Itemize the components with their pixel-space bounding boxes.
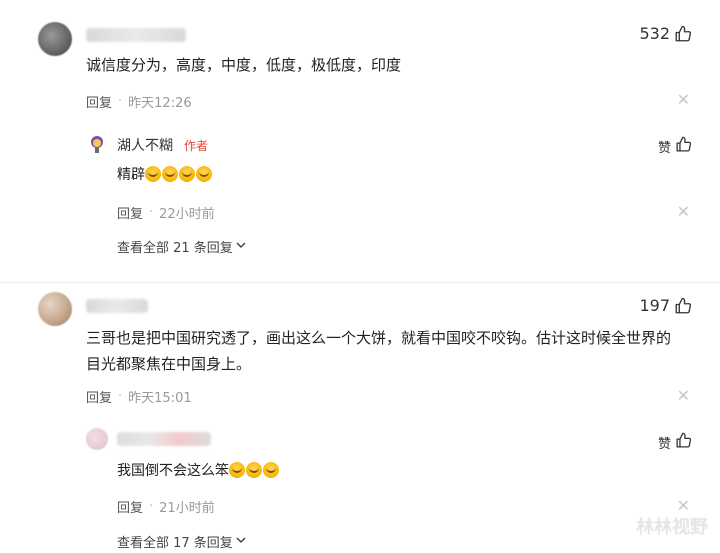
comment-text-line: 三哥也是把中国研究透了，画出这么一个大饼，就看中国咬不咬钩。估计这时候全世界的 xyxy=(86,329,672,347)
view-all-replies[interactable]: 查看全部 21 条回复 xyxy=(117,237,246,256)
author-tag: 作者 xyxy=(184,139,209,153)
comment-meta: 回复 · 昨天12:26 xyxy=(86,92,192,111)
avatar[interactable] xyxy=(38,22,72,56)
reply-text-content: 精辟 xyxy=(117,167,145,183)
timestamp: 22小时前 xyxy=(159,207,215,222)
thumbs-up-icon xyxy=(675,432,692,453)
like-button[interactable]: 197 xyxy=(639,296,692,315)
emoji-icon xyxy=(246,462,262,478)
thumbs-up-icon xyxy=(674,25,692,43)
divider xyxy=(0,282,720,283)
author-avatar[interactable] xyxy=(86,134,108,156)
separator: · xyxy=(118,389,123,404)
author-name[interactable]: 湖人不糊 xyxy=(117,135,173,155)
reply-button[interactable]: 回复 xyxy=(86,92,112,111)
chevron-down-icon xyxy=(236,534,246,549)
timestamp: 昨天12:26 xyxy=(128,96,192,111)
thumbs-up-icon xyxy=(674,297,692,315)
reply-text: 我国倒不会这么笨 xyxy=(117,458,280,484)
timestamp: 21小时前 xyxy=(159,501,215,516)
comment-text: 三哥也是把中国研究透了，画出这么一个大饼，就看中国咬不咬钩。估计这时候全世界的 … xyxy=(86,325,706,377)
avatar[interactable] xyxy=(38,292,72,326)
reply-button[interactable]: 回复 xyxy=(117,203,143,222)
separator: · xyxy=(149,499,154,514)
close-icon[interactable]: ✕ xyxy=(677,386,690,405)
chevron-down-icon xyxy=(236,239,246,254)
emoji-icon xyxy=(196,166,212,182)
comment-text-line: 目光都聚焦在中国身上。 xyxy=(86,355,252,373)
like-button[interactable]: 532 xyxy=(639,24,692,43)
reply-text: 精辟 xyxy=(117,162,213,188)
view-all-label: 查看全部 21 条回复 xyxy=(117,241,233,256)
reply-meta: 回复 · 22小时前 xyxy=(117,203,215,222)
emoji-icon xyxy=(263,462,279,478)
reply-text-content: 我国倒不会这么笨 xyxy=(117,463,229,479)
like-label: 赞 xyxy=(657,141,671,156)
like-label: 赞 xyxy=(657,437,671,452)
emoji-icon xyxy=(179,166,195,182)
timestamp: 昨天15:01 xyxy=(128,391,192,406)
separator: · xyxy=(149,205,154,220)
username-blurred[interactable] xyxy=(86,28,186,42)
view-all-replies[interactable]: 查看全部 17 条回复 xyxy=(117,532,246,551)
username-blurred[interactable] xyxy=(86,299,148,313)
like-button[interactable]: 赞 xyxy=(658,432,692,453)
emoji-icon xyxy=(229,462,245,478)
like-count: 532 xyxy=(639,24,670,43)
avatar[interactable] xyxy=(86,428,108,450)
close-icon[interactable]: ✕ xyxy=(677,202,690,221)
emoji-icon xyxy=(162,166,178,182)
close-icon[interactable]: ✕ xyxy=(677,90,690,109)
like-count: 197 xyxy=(639,296,670,315)
username-blurred[interactable] xyxy=(117,432,211,446)
view-all-label: 查看全部 17 条回复 xyxy=(117,536,233,551)
reply-meta: 回复 · 21小时前 xyxy=(117,497,215,516)
reply-button[interactable]: 回复 xyxy=(117,497,143,516)
emoji-icon xyxy=(145,166,161,182)
watermark: 林林视野 xyxy=(636,517,708,538)
reply-button[interactable]: 回复 xyxy=(86,387,112,406)
comment-meta: 回复 · 昨天15:01 xyxy=(86,387,192,406)
thumbs-up-icon xyxy=(675,136,692,157)
comment-text: 诚信度分为，高度，中度，低度，极低度，印度 xyxy=(86,56,402,74)
like-button[interactable]: 赞 xyxy=(658,136,692,157)
separator: · xyxy=(118,94,123,109)
